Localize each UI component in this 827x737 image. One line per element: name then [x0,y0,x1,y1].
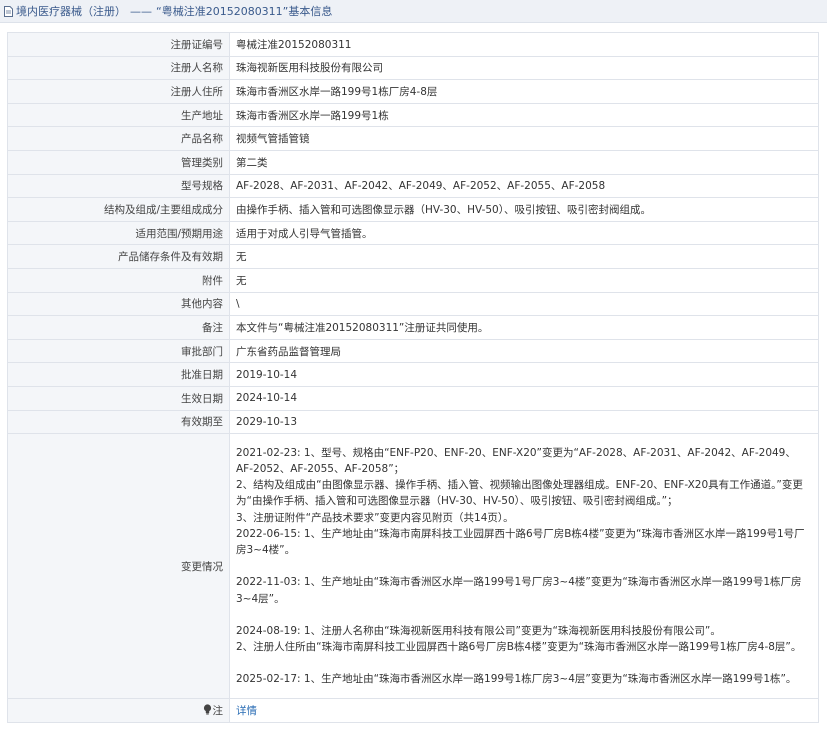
row-label: 批准日期 [7,362,230,387]
change-entry: 2021-02-23: 1、型号、规格由“ENF-P20、ENF-20、ENF-… [236,446,796,476]
note-label: 注 [212,704,224,717]
row-label: 有效期至 [7,409,230,435]
table-row: 备注 本文件与“粤械注准20152080311”注册证共同使用。 [7,315,819,340]
table-row: 产品名称 视频气管插管镜 [7,126,819,151]
row-value: 2019-10-14 [229,362,819,387]
row-value: 粤械注准20152080311 [229,32,819,57]
row-value: 珠海市香洲区水岸一路199号1栋厂房4-8层 [229,79,819,104]
table-row: 注册证编号 粤械注准20152080311 [7,32,819,57]
table-row: 管理类别 第二类 [7,149,819,175]
row-value: 本文件与“粤械注准20152080311”注册证共同使用。 [229,315,819,340]
table-row: 型号规格 AF-2028、AF-2031、AF-2042、AF-2049、AF-2… [7,173,819,199]
changes-row: 变更情况 2021-02-23: 1、型号、规格由“ENF-P20、ENF-20… [7,433,819,700]
header-category: 境内医疗器械（注册） [16,5,126,18]
row-value: 视频气管插管镜 [229,126,819,151]
row-label: 产品名称 [7,126,230,151]
details-link[interactable]: 详情 [236,705,257,717]
info-table: 注册证编号 粤械注准20152080311 注册人名称 珠海视新医用科技股份有限公司… [7,32,819,723]
row-label: 生效日期 [7,385,230,411]
row-value: \ [229,291,819,317]
note-label-cell: 注 [7,698,230,723]
row-value: 珠海视新医用科技股份有限公司 [229,55,819,81]
table-row: 生产地址 珠海市香洲区水岸一路199号1栋 [7,102,819,128]
row-value: 第二类 [229,149,819,175]
row-label: 注册证编号 [7,32,230,57]
row-label: 备注 [7,315,230,340]
table-row: 生效日期 2024-10-14 [7,385,819,411]
table-row: 其他内容 \ [7,291,819,317]
row-label: 管理类别 [7,149,230,175]
table-row: 附件无 [7,267,819,293]
table-row: 审批部门 广东省药品监督管理局 [7,338,819,364]
change-entry: 3、注册证附件“产品技术要求”变更内容见附页（共14页）。 [236,511,514,524]
table-row: 注册人住所 珠海市香洲区水岸一路199号1栋厂房4-8层 [7,79,819,104]
document-icon [4,5,13,17]
table-row: 有效期至 2029-10-13 [7,409,819,435]
row-value: 珠海市香洲区水岸一路199号1栋 [229,102,819,128]
table-row: 结构及组成/主要组成成分 由操作手柄、插入管和可选图像显示器（HV-30、HV-5… [7,197,819,222]
info-table-wrapper: 注册证编号 粤械注准20152080311 注册人名称 珠海视新医用科技股份有限公司… [7,32,819,723]
changes-label: 变更情况 [7,433,230,700]
row-label: 其他内容 [7,291,230,317]
row-label: 结构及组成/主要组成成分 [7,197,230,222]
change-entry: 2、结构及组成由“由图像显示器、操作手柄、插入管、视频输出图像处理器组成。ENF… [236,479,803,508]
note-value-cell: 详情 [229,698,819,723]
note-row: 注 详情 [7,698,819,723]
header-title: “粤械注准20152080311”基本信息 [156,5,333,18]
change-entry: 2022-06-15: 1、生产地址由“珠海市南屏科技工业园屏西十路6号厂房B栋… [236,527,805,557]
row-value: 适用于对成人引导气管插管。 [229,220,819,246]
row-label: 附件 [7,267,230,293]
row-label: 生产地址 [7,102,230,128]
row-label: 适用范围/预期用途 [7,220,230,246]
table-row: 注册人名称 珠海视新医用科技股份有限公司 [7,55,819,81]
change-entry: 2、注册人住所由“珠海市南屏科技工业园屏西十路6号厂房B栋4楼”变更为“珠海市香… [236,640,802,653]
table-row: 批准日期 2019-10-14 [7,362,819,387]
change-entry: 2025-02-17: 1、生产地址由“珠海市香洲区水岸一路199号1栋厂房3~… [236,673,797,686]
row-label: 型号规格 [7,173,230,199]
row-label: 注册人名称 [7,55,230,81]
row-value: 2024-10-14 [229,385,819,411]
row-label: 审批部门 [7,338,230,364]
page-header: 境内医疗器械（注册） —— “粤械注准20152080311”基本信息 [0,0,827,23]
header-separator: —— [130,4,152,18]
table-row: 产品储存条件及有效期无 [7,244,819,269]
change-entry: 2022-11-03: 1、生产地址由“珠海市香洲区水岸一路199号1号厂房3~… [236,576,802,605]
row-value: 由操作手柄、插入管和可选图像显示器（HV-30、HV-50）、吸引按钮、吸引密封… [229,197,819,222]
row-label: 产品储存条件及有效期 [7,244,230,269]
row-value: 无 [229,244,819,269]
change-entry: 2024-08-19: 1、注册人名称由“珠海视新医用科技有限公司”变更为“珠海… [236,624,721,637]
row-value: 广东省药品监督管理局 [229,338,819,364]
changes-content: 2021-02-23: 1、型号、规格由“ENF-P20、ENF-20、ENF-… [229,433,819,700]
row-value: 2029-10-13 [229,409,819,435]
row-value: AF-2028、AF-2031、AF-2042、AF-2049、AF-2052、… [229,173,819,199]
table-row: 适用范围/预期用途 适用于对成人引导气管插管。 [7,220,819,246]
row-value: 无 [229,267,819,293]
row-label: 注册人住所 [7,79,230,104]
lightbulb-icon [203,704,211,715]
